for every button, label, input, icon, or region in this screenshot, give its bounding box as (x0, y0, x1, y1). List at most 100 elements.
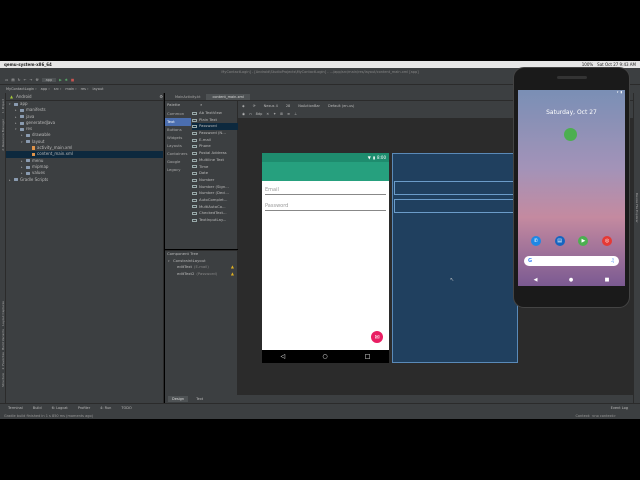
mode-tab[interactable]: Design (168, 396, 189, 402)
app-launcher-icon[interactable] (564, 128, 577, 141)
emulator-device[interactable]: ▾ ▮ Saturday, Oct 27 ✆ ▤ ▶ ◎ G ♫ ◀ ● ■ (513, 67, 630, 308)
back-icon[interactable]: ← (24, 78, 27, 82)
design-preview[interactable]: ▼ ▮ 8:00 Email Password ✉ ◁ ○ □ (262, 153, 389, 363)
project-view-select[interactable]: Android (16, 94, 31, 99)
palette-item[interactable]: E-mail (192, 137, 238, 144)
infer-icon[interactable]: ✦ (273, 112, 276, 116)
debug-icon[interactable]: ✱ (65, 78, 68, 82)
bottom-tool-button[interactable]: 6: Logcat (52, 406, 68, 410)
chevron-down-icon[interactable]: ▾ (15, 126, 18, 132)
palette-item[interactable]: AutoComplet... (192, 197, 238, 204)
left-tool-button[interactable]: 1: Project (1, 99, 5, 113)
palette-item[interactable]: Date (192, 170, 238, 177)
palette-item[interactable]: CheckedText... (192, 210, 238, 217)
palette-category[interactable]: Buttons (165, 126, 191, 134)
chevron-down-icon[interactable]: ▾ (21, 139, 24, 145)
blueprint-email-field[interactable] (394, 181, 516, 195)
palette-item[interactable]: Multiline Text (192, 157, 238, 164)
right-tool-button[interactable]: Device File Explorer (635, 193, 639, 223)
palette-item[interactable]: Phone (192, 143, 238, 150)
sync-icon[interactable]: ↻ (18, 78, 21, 82)
emu-back-icon[interactable]: ◀ (534, 277, 538, 283)
eye-icon[interactable]: ◉ (242, 112, 245, 116)
palette-item[interactable]: Plain Text (192, 117, 238, 124)
warning-icon[interactable]: ▲ (231, 271, 234, 278)
messages-icon[interactable]: ▤ (554, 236, 565, 246)
save-icon[interactable]: ▤ (11, 78, 14, 82)
api-select[interactable]: 28 (286, 104, 290, 108)
left-tool-button[interactable]: Structure (1, 373, 5, 387)
locale-select[interactable]: Default (en-us) (328, 104, 354, 108)
palette-item[interactable]: Number (192, 177, 238, 184)
hammer-icon[interactable]: ⚒ (35, 78, 38, 82)
bottom-tool-button[interactable]: Build (33, 406, 42, 410)
breadcrumb-item[interactable]: src › (54, 87, 62, 91)
breadcrumb-item[interactable]: res › (81, 87, 89, 91)
bottom-tool-button[interactable]: Profiler (78, 406, 90, 410)
margin-select[interactable]: 8dp (256, 112, 263, 116)
layers-icon[interactable]: ◈ (242, 104, 245, 108)
editor-tab[interactable]: content_main.xml (206, 94, 250, 100)
theme-select[interactable]: NoActionBar (298, 104, 320, 108)
palette-item[interactable]: Ab TextView (192, 110, 238, 117)
bottom-tool-button[interactable]: TODO (121, 406, 131, 410)
stop-icon[interactable]: ■ (71, 78, 74, 82)
chevron-down-icon[interactable]: ▾ (9, 101, 12, 107)
event-log-button[interactable]: Event Log (611, 406, 628, 410)
run-config-select[interactable]: app (41, 77, 57, 82)
palette-category[interactable]: Google (165, 158, 191, 166)
google-search-bar[interactable]: G ♫ (524, 256, 619, 266)
palette-category[interactable]: Legacy (165, 166, 191, 174)
palette-category[interactable]: Widgets (165, 134, 191, 142)
left-tool-button[interactable]: Layout Captures (1, 301, 5, 326)
palette-item[interactable]: Password (N... (192, 130, 238, 137)
emu-recents-icon[interactable]: ■ (605, 277, 610, 283)
clear-constraints-icon[interactable]: ✕ (266, 112, 269, 116)
bottom-tool-button[interactable]: 4: Run (100, 406, 111, 410)
palette-category[interactable]: Containers (165, 150, 191, 158)
bottom-tool-button[interactable]: Terminal (8, 406, 23, 410)
password-field[interactable]: Password (265, 201, 386, 211)
email-field[interactable]: Email (265, 185, 386, 195)
mode-tab[interactable]: Text (192, 396, 207, 402)
emulator-screen[interactable]: ▾ ▮ Saturday, Oct 27 ✆ ▤ ▶ ◎ G ♫ ◀ ● ■ (518, 90, 625, 286)
palette-item[interactable]: Number (Sign... (192, 184, 238, 191)
blueprint-password-field[interactable] (394, 199, 516, 213)
chrome-icon[interactable]: ◎ (602, 236, 613, 246)
breadcrumb-item[interactable]: layout (93, 87, 104, 91)
breadcrumb-item[interactable]: MyContactLogin › (6, 87, 37, 91)
palette-item[interactable]: Number (Deci... (192, 190, 238, 197)
palette-item[interactable]: MultiAutoCo... (192, 204, 238, 211)
chevron-down-icon[interactable]: ▾ (168, 258, 171, 265)
palette-category[interactable]: Layouts (165, 142, 191, 150)
run-icon[interactable]: ▶ (59, 78, 62, 82)
editor-tab[interactable]: MainActivity.kt (169, 94, 206, 100)
emu-home-icon[interactable]: ● (569, 277, 573, 283)
align-icon[interactable]: ≡ (287, 112, 290, 116)
mail-fab[interactable]: ✉ (371, 331, 383, 343)
settings-icon[interactable]: ⚙ (159, 94, 163, 99)
guidelines-icon[interactable]: ⊥ (294, 112, 297, 116)
magnet-icon[interactable]: ∩ (249, 112, 252, 116)
status-message[interactable]: Gradle build finished in 1 s 850 ms (mom… (4, 414, 93, 418)
left-tool-button[interactable]: 2: Favorites (1, 352, 5, 369)
breadcrumb-item[interactable]: app › (41, 87, 50, 91)
palette-item[interactable]: TextInputLay... (192, 217, 238, 224)
app-name[interactable]: qemu-system-x86_64 (4, 62, 52, 67)
palette-item[interactable]: Time (192, 164, 238, 171)
device-select[interactable]: Nexus 4 (264, 104, 278, 108)
left-tool-button[interactable]: Build Variants (1, 329, 5, 350)
palette-category[interactable]: Common (165, 110, 191, 118)
pack-icon[interactable]: ⊞ (280, 112, 283, 116)
left-tool-button[interactable]: 2: Resource Manager (1, 119, 5, 151)
forward-icon[interactable]: → (30, 78, 33, 82)
blueprint-view[interactable]: ↖ (392, 153, 518, 363)
breadcrumb-item[interactable]: main › (65, 87, 76, 91)
tree-item[interactable]: ▸ Gradle Scripts (6, 177, 163, 183)
open-icon[interactable]: ▭ (5, 78, 8, 82)
play-store-icon[interactable]: ▶ (578, 236, 589, 246)
orientation-icon[interactable]: ⟳ (253, 104, 256, 108)
palette-item[interactable]: Password (192, 123, 238, 131)
palette-category[interactable]: Text (165, 118, 191, 126)
phone-icon[interactable]: ✆ (530, 236, 541, 246)
